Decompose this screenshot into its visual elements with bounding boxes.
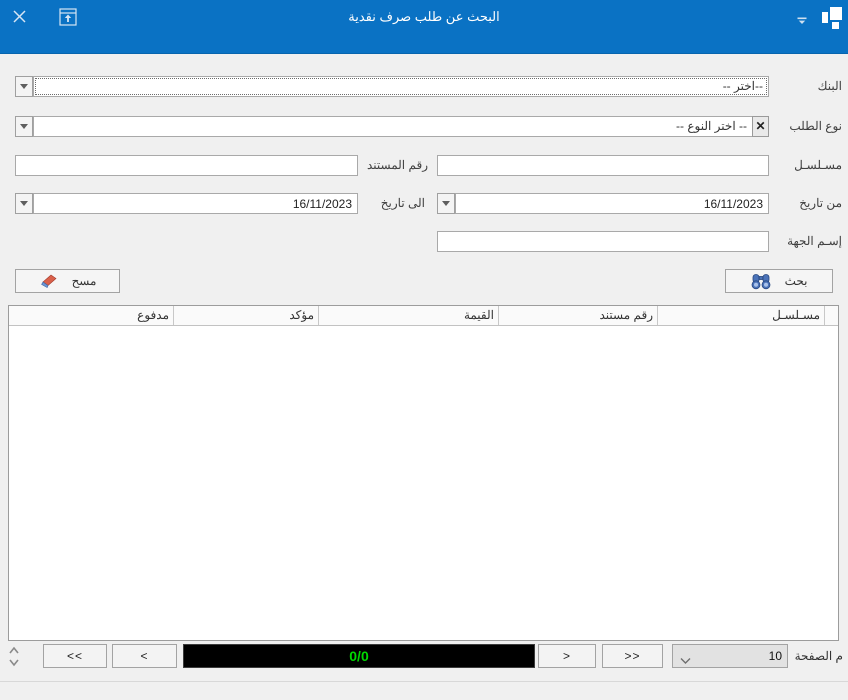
page-size-combobox[interactable]: 10 — [672, 644, 788, 668]
row-indicator-column — [825, 306, 838, 325]
serial-input[interactable] — [437, 155, 769, 176]
chevron-down-icon — [20, 201, 28, 206]
pager-prev-button[interactable]: < — [112, 644, 177, 668]
to-date-label: الى تاريخ — [381, 193, 425, 214]
serial-label: مسـلسـل — [794, 155, 842, 176]
pin-collapse-icon[interactable] — [797, 13, 807, 31]
from-date-input[interactable] — [455, 193, 769, 214]
column-header-confirmed[interactable]: مؤكد — [174, 306, 319, 325]
chevron-down-icon — [442, 201, 450, 206]
chevron-down-icon — [680, 652, 691, 670]
eraser-icon — [39, 274, 58, 289]
bottom-divider — [0, 681, 848, 682]
bank-dropdown-button[interactable] — [15, 76, 33, 97]
bank-label: البنك — [818, 76, 842, 97]
request-type-combobox[interactable]: -- اختر النوع -- — [33, 116, 753, 137]
entity-name-input[interactable] — [437, 231, 769, 252]
search-button-label: بحث — [785, 274, 808, 288]
search-cash-request-window: البحث عن طلب صرف نقدية البنك --اختر -- ن… — [0, 0, 848, 700]
page-size-value: 10 — [769, 645, 782, 667]
binoculars-icon — [751, 273, 771, 290]
to-date-dropdown-button[interactable] — [15, 193, 33, 214]
entity-name-label: إسـم الجهة — [787, 231, 842, 252]
request-type-clear-button[interactable]: ✕ — [752, 116, 769, 137]
window-title: البحث عن طلب صرف نقدية — [0, 9, 848, 25]
request-type-label: نوع الطلب — [789, 116, 842, 137]
chevron-down-icon — [20, 124, 28, 129]
document-number-label: رقم المستند — [367, 155, 428, 176]
bank-combobox-value: --اختر -- — [34, 77, 768, 96]
to-date-input[interactable] — [33, 193, 358, 214]
pager-first-button[interactable]: << — [43, 644, 107, 668]
request-type-dropdown-button[interactable] — [15, 116, 33, 137]
request-type-combobox-value: -- اختر النوع -- — [34, 117, 752, 136]
column-header-serial[interactable]: مسـلسـل — [658, 306, 825, 325]
column-header-docnum[interactable]: رقم مستند — [499, 306, 658, 325]
bank-combobox[interactable]: --اختر -- — [33, 76, 769, 97]
search-button[interactable]: بحث — [725, 269, 833, 293]
from-date-dropdown-button[interactable] — [437, 193, 455, 214]
grid-header: مدفوع مؤكد القيمة رقم مستند مسـلسـل — [9, 306, 838, 326]
clear-button-label: مسح — [72, 274, 97, 288]
column-header-value[interactable]: القيمة — [319, 306, 499, 325]
grid-body-empty — [9, 326, 838, 640]
pager-counter: 0/0 — [183, 644, 535, 668]
from-date-label: من تاريخ — [799, 193, 842, 214]
pager-last-button[interactable]: >> — [602, 644, 663, 668]
titlebar: البحث عن طلب صرف نقدية — [0, 0, 848, 54]
pager-next-button[interactable]: > — [538, 644, 596, 668]
results-grid: مدفوع مؤكد القيمة رقم مستند مسـلسـل — [8, 305, 839, 641]
clear-button[interactable]: مسح — [15, 269, 120, 293]
page-number-label: م الصفحة — [795, 644, 843, 668]
windows-layout-icon[interactable] — [822, 6, 843, 34]
column-header-paid[interactable]: مدفوع — [9, 306, 174, 325]
document-number-input[interactable] — [15, 155, 358, 176]
chevron-down-icon — [20, 84, 28, 89]
pager-spinner[interactable] — [7, 645, 21, 669]
